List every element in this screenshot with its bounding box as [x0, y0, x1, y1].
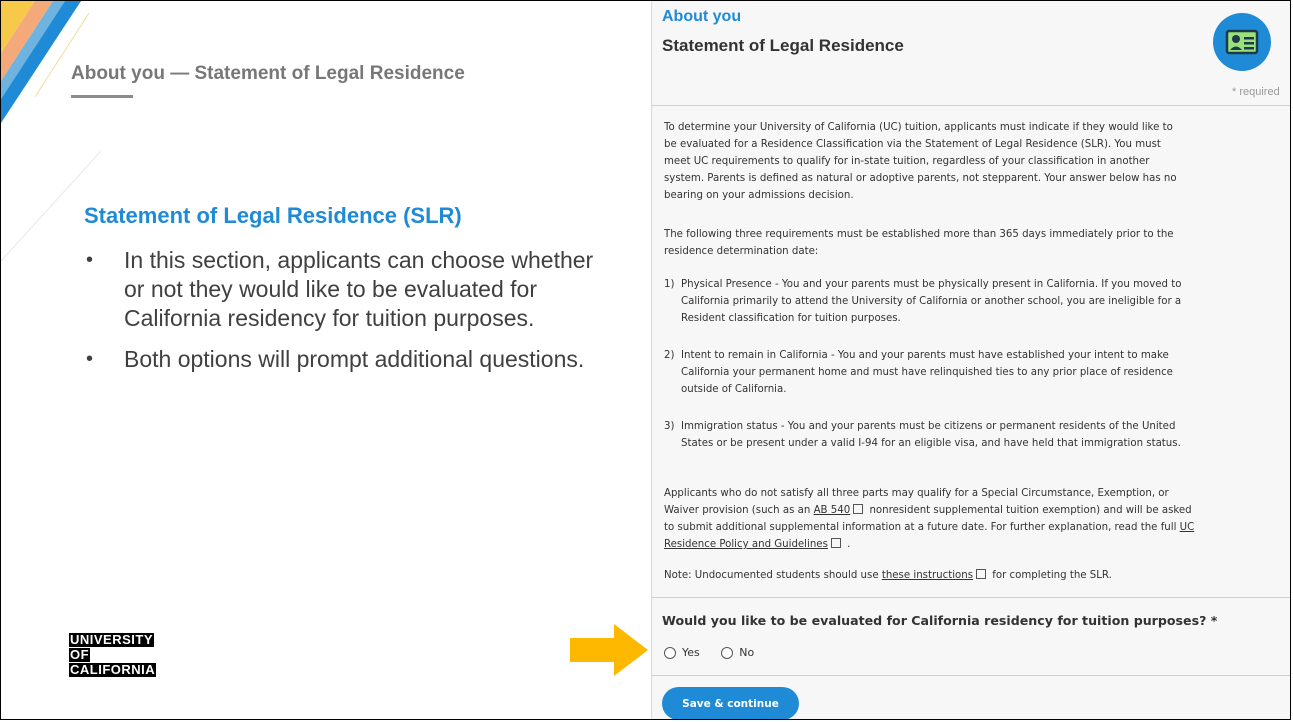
requirement-item: 2) Intent to remain in California - You …	[664, 347, 1194, 398]
divider	[652, 597, 1290, 598]
logo-line: UNIVERSITY	[69, 632, 155, 647]
requirement-item: 3) Immigration status - You and your par…	[664, 418, 1194, 452]
slide-title: About you — Statement of Legal Residence	[71, 63, 465, 84]
title-underline	[71, 95, 133, 98]
bullet-list: • In this section, applicants can choose …	[86, 246, 606, 386]
requirement-number: 3)	[664, 421, 675, 432]
residency-question: Would you like to be evaluated for Calif…	[662, 613, 1218, 628]
section-heading: Statement of Legal Residence (SLR)	[84, 203, 462, 228]
external-link-icon[interactable]	[853, 504, 864, 514]
divider	[652, 105, 1290, 106]
bullet-item: • Both options will prompt additional que…	[86, 345, 606, 374]
requirements-intro: The following three requirements must be…	[664, 226, 1184, 260]
exemption-text-3: .	[843, 539, 851, 550]
slide: About you — Statement of Legal Residence…	[0, 0, 1291, 720]
panel-heading: Statement of Legal Residence	[662, 36, 904, 55]
radio-yes-label: Yes	[682, 646, 700, 659]
section-label: About you	[662, 8, 742, 25]
bullet-icon: •	[86, 249, 94, 271]
radio-circle-icon[interactable]	[664, 646, 676, 659]
radio-circle-icon[interactable]	[721, 646, 734, 659]
intro-paragraph: To determine your University of Californ…	[664, 119, 1184, 204]
logo-line: CALIFORNIA	[69, 662, 157, 677]
requirement-text: Physical Presence - You and your parents…	[681, 279, 1182, 324]
bullet-icon: •	[86, 348, 94, 370]
requirement-text: Immigration status - You and your parent…	[681, 421, 1181, 449]
note-text-2: for completing the SLR.	[989, 570, 1112, 581]
note-text: Note: Undocumented students should use t…	[664, 567, 1224, 584]
university-of-california-logo: UNIVERSITY OF CALIFORNIA	[69, 632, 157, 678]
exemption-paragraph: Applicants who do not satisfy all three …	[664, 485, 1196, 553]
requirement-text: Intent to remain in California - You and…	[681, 350, 1173, 395]
divider	[652, 675, 1290, 676]
requirement-item: 1) Physical Presence - You and your pare…	[664, 276, 1194, 327]
requirement-number: 1)	[664, 279, 675, 290]
radio-no[interactable]: No	[721, 646, 754, 659]
note-paragraph: Note: Undocumented students should use t…	[664, 567, 1224, 584]
requirement-number: 2)	[664, 350, 675, 361]
ab540-link[interactable]: AB 540	[814, 505, 851, 516]
bullet-text: In this section, applicants can choose w…	[124, 247, 594, 331]
requirements-intro-text: The following three requirements must be…	[664, 229, 1174, 257]
note-text-1: Note: Undocumented students should use	[664, 570, 882, 581]
instructions-link[interactable]: these instructions	[882, 570, 973, 581]
required-note: * required	[1232, 86, 1280, 98]
bullet-item: • In this section, applicants can choose …	[86, 246, 606, 333]
logo-line: OF	[69, 647, 91, 662]
application-panel: About you Statement of Legal Residence *…	[651, 1, 1290, 719]
right-arrow-icon	[570, 624, 648, 676]
exemption-text: Applicants who do not satisfy all three …	[664, 485, 1196, 553]
bullet-text: Both options will prompt additional ques…	[124, 346, 585, 372]
intro-text: To determine your University of Californ…	[664, 122, 1177, 201]
external-link-icon[interactable]	[976, 569, 987, 579]
radio-yes[interactable]: Yes	[664, 646, 700, 659]
residency-radio-group: Yes No	[664, 646, 772, 662]
id-card-icon	[1213, 13, 1271, 71]
save-continue-button[interactable]: Save & continue	[662, 687, 799, 719]
radio-no-label: No	[739, 646, 755, 659]
external-link-icon[interactable]	[830, 538, 841, 548]
